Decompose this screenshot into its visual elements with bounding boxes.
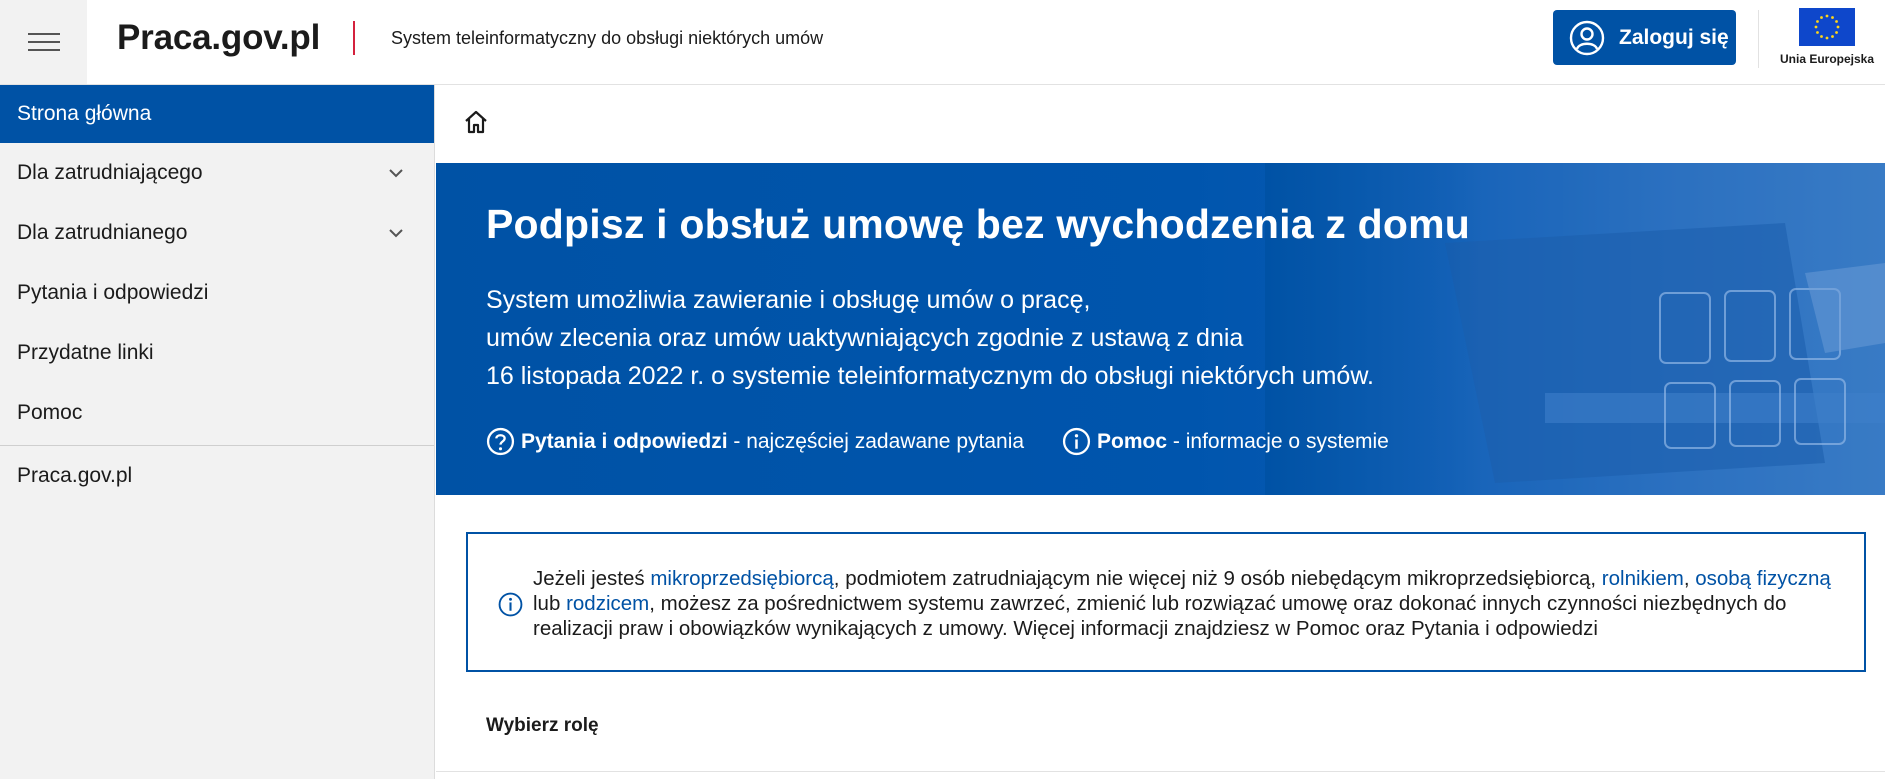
choose-role-heading: Wybierz rolę xyxy=(486,715,599,736)
login-button[interactable]: Zaloguj się xyxy=(1553,10,1736,65)
info-text: Jeżeli jesteś xyxy=(533,567,651,590)
chevron-down-icon xyxy=(389,169,403,178)
eu-star-icon xyxy=(1836,25,1840,29)
eu-star-icon xyxy=(1831,35,1834,38)
sidebar-item-praca-gov[interactable]: Praca.gov.pl xyxy=(0,446,434,506)
sidebar-item-employee[interactable]: Dla zatrudnianego xyxy=(0,203,434,263)
sidebar-item-label: Strona główna xyxy=(17,102,152,125)
chevron-down-icon xyxy=(389,229,403,238)
sidebar-item-faq[interactable]: Pytania i odpowiedzi xyxy=(0,263,434,323)
hero-description-line: umów zlecenia oraz umów uaktywniających … xyxy=(486,324,1244,352)
eu-star-icon xyxy=(1835,31,1838,34)
sidebar-item-useful-links[interactable]: Przydatne linki xyxy=(0,323,434,383)
question-circle-icon xyxy=(486,427,515,456)
user-icon xyxy=(1569,20,1605,55)
hero-description-line: System umożliwia zawieranie i obsługę um… xyxy=(486,286,1091,314)
breadcrumb xyxy=(436,85,1885,163)
info-circle-icon xyxy=(498,592,523,617)
sidebar-item-employer[interactable]: Dla zatrudniającego xyxy=(0,143,434,203)
hero-banner: Podpisz i obsłuż umowę bez wychodzenia z… xyxy=(436,163,1885,495)
info-text: , możesz za pośrednictwem systemu zawrze… xyxy=(533,592,1787,640)
site-subtitle: System teleinformatyczny do obsługi niek… xyxy=(391,28,824,48)
info-text: , xyxy=(1683,567,1696,590)
sidebar-item-label: Dla zatrudniającego xyxy=(17,161,203,184)
hero-links: Pytania i odpowiedzi - najczęściej zadaw… xyxy=(486,427,1389,456)
eu-star-icon xyxy=(1814,25,1818,29)
eu-label: Unia Europejska xyxy=(1779,52,1875,66)
hero-help-link-title: Pomoc xyxy=(1097,429,1168,453)
eu-star-icon xyxy=(1820,35,1823,38)
link-farmer[interactable]: rolnikiem xyxy=(1602,567,1684,590)
eu-star-icon xyxy=(1825,14,1829,18)
eu-star-icon xyxy=(1820,16,1823,19)
header-separator xyxy=(1758,10,1759,68)
hero-faq-link-title: Pytania i odpowiedzi xyxy=(521,429,728,453)
link-microentrepreneur[interactable]: mikroprzedsiębiorcą xyxy=(650,567,833,590)
info-circle-icon xyxy=(1062,427,1091,456)
eu-star-icon xyxy=(1816,20,1819,23)
brand-divider xyxy=(353,21,355,55)
eu-star-icon xyxy=(1831,16,1834,19)
sidebar-item-label: Praca.gov.pl xyxy=(17,464,133,487)
sidebar-item-label: Dla zatrudnianego xyxy=(17,221,188,244)
sidebar-item-help[interactable]: Pomoc xyxy=(0,383,434,443)
hero-faq-link[interactable]: Pytania i odpowiedzi - najczęściej zadaw… xyxy=(486,427,1024,456)
login-label: Zaloguj się xyxy=(1619,25,1729,49)
info-notice: Jeżeli jesteś mikroprzedsiębiorcą, podmi… xyxy=(466,532,1866,672)
eu-star-icon xyxy=(1825,36,1829,40)
sidebar-item-label: Przydatne linki xyxy=(17,341,154,364)
sidebar-item-label: Pytania i odpowiedzi xyxy=(17,281,209,304)
brand-logo-link[interactable]: Praca.gov.pl xyxy=(117,18,320,58)
hero-help-link[interactable]: Pomoc - informacje o systemie xyxy=(1062,427,1389,456)
hero-faq-link-desc: - najczęściej zadawane pytania xyxy=(727,429,1025,453)
sidebar-nav: Strona główna Dla zatrudniającego Dla za… xyxy=(0,85,435,779)
sidebar-item-label: Pomoc xyxy=(17,401,83,424)
eu-logo: Unia Europejska xyxy=(1772,8,1882,66)
top-header: Praca.gov.pl System teleinformatyczny do… xyxy=(0,0,1885,85)
hamburger-menu-button[interactable] xyxy=(0,0,87,84)
section-divider xyxy=(436,771,1885,772)
eu-flag-icon xyxy=(1799,8,1855,46)
hamburger-line xyxy=(27,33,60,35)
link-parent[interactable]: rodzicem xyxy=(566,592,649,615)
hamburger-line xyxy=(27,41,60,43)
hamburger-line xyxy=(27,49,60,51)
hero-description-line: 16 listopada 2022 r. o systemie teleinfo… xyxy=(486,362,1374,390)
eu-star-icon xyxy=(1835,20,1838,23)
hero-description: System umożliwia zawieranie i obsługę um… xyxy=(486,281,1374,395)
info-text: , podmiotem zatrudniającym nie więcej ni… xyxy=(833,567,1602,590)
hero-title: Podpisz i obsłuż umowę bez wychodzenia z… xyxy=(486,201,1470,247)
hero-help-link-desc: - informacje o systemie xyxy=(1167,429,1389,453)
info-text: lub xyxy=(533,592,567,615)
eu-star-icon xyxy=(1816,31,1819,34)
link-natural-person[interactable]: osobą fizyczną xyxy=(1695,567,1831,590)
home-icon[interactable] xyxy=(463,109,489,135)
info-notice-text: Jeżeli jesteś mikroprzedsiębiorcą, podmi… xyxy=(533,566,1853,641)
sidebar-item-home[interactable]: Strona główna xyxy=(0,85,434,143)
